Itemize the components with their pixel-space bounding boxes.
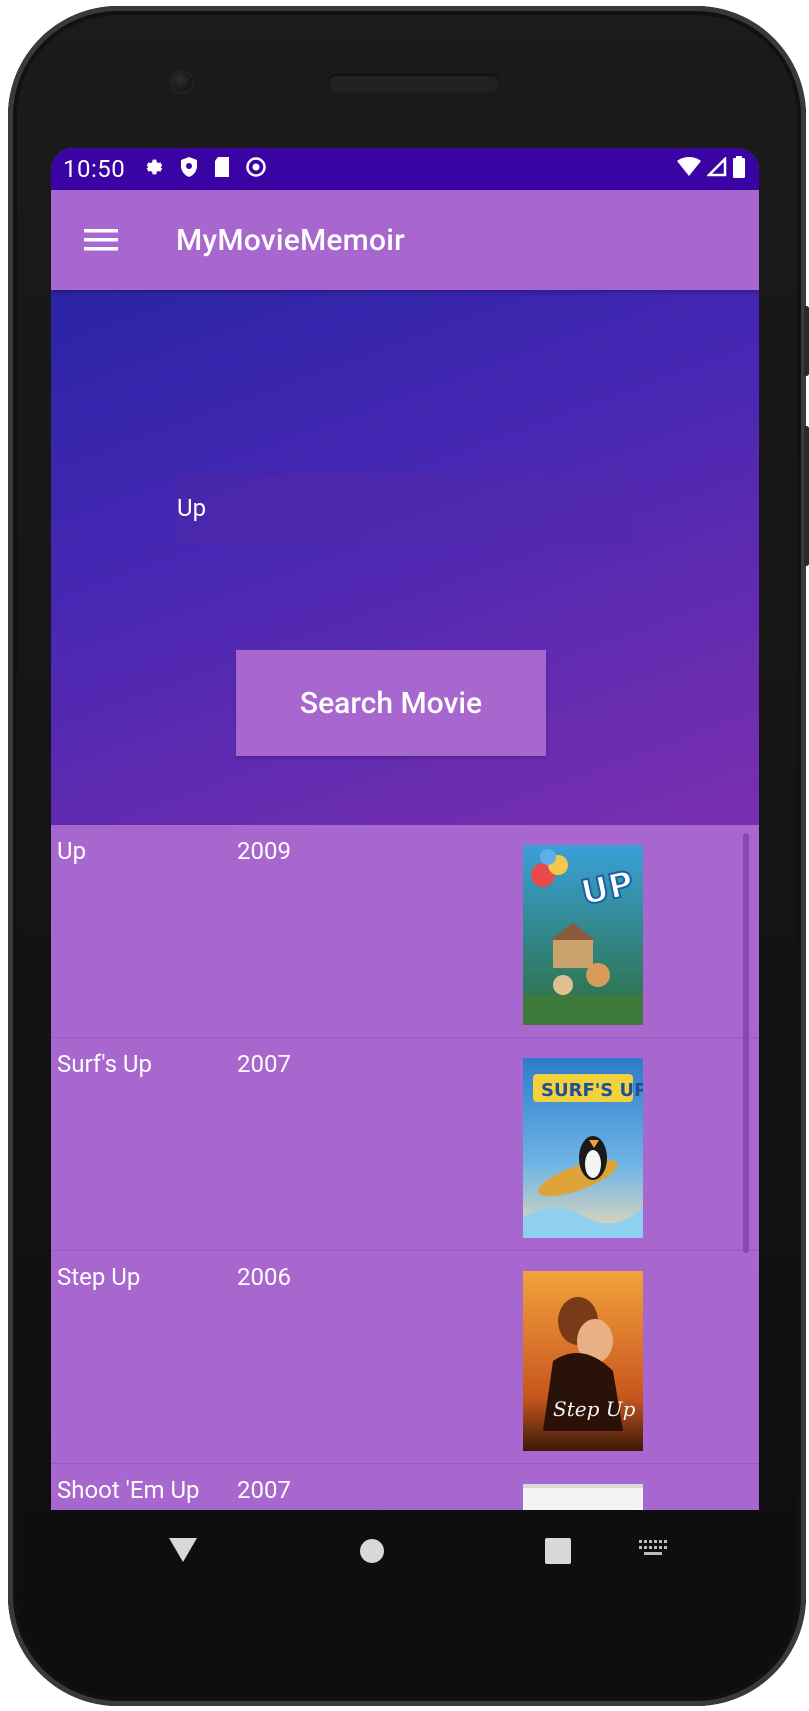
step-up-poster-image[interactable]: Step Up <box>523 1271 643 1451</box>
status-notification-icons <box>143 156 267 182</box>
movie-year: 2009 <box>237 837 291 865</box>
svg-text:SURF'S UP: SURF'S UP <box>541 1080 643 1101</box>
movie-title: Surf's Up <box>57 1050 152 1078</box>
result-row[interactable]: Surf's Up 2007 SURF'S UP <box>51 1038 759 1251</box>
movie-title: Step Up <box>57 1263 141 1291</box>
device-stage: 10:50 MyMovieMemoir Up Search Movie Up 2… <box>0 0 809 1711</box>
result-row[interactable]: Up 2009 UP <box>51 825 759 1038</box>
status-system-icons <box>677 155 745 182</box>
home-circle-icon[interactable] <box>359 1538 385 1568</box>
battery-icon <box>733 156 745 182</box>
movie-year: 2006 <box>237 1263 291 1291</box>
settings-gear-icon <box>143 156 165 182</box>
movie-title: Shoot 'Em Up <box>57 1476 200 1504</box>
movie-search-input[interactable] <box>177 474 629 542</box>
shield-icon <box>179 156 199 182</box>
movie-year: 2007 <box>237 1476 291 1504</box>
earpiece-speaker <box>328 74 500 92</box>
surfs-up-poster-image[interactable]: SURF'S UP <box>523 1058 643 1238</box>
results-list[interactable]: Up 2009 UP Surf's Up 2007 SURF'S UP Step… <box>51 825 759 1510</box>
svg-text:Step Up: Step Up <box>553 1397 636 1421</box>
power-button <box>804 426 809 566</box>
movie-title: Up <box>57 837 87 865</box>
signal-icon <box>705 155 727 181</box>
app-title: MyMovieMemoir <box>176 222 405 258</box>
result-row[interactable]: Step Up 2006 Step Up <box>51 1251 759 1464</box>
list-scrollbar[interactable] <box>743 833 749 1253</box>
back-triangle-icon[interactable] <box>169 1538 197 1566</box>
wifi-icon <box>677 157 701 181</box>
keyboard-icon[interactable] <box>639 1540 667 1562</box>
result-row[interactable]: Shoot 'Em Up 2007 <box>51 1464 759 1510</box>
search-panel: Search Movie <box>51 290 759 825</box>
recents-square-icon[interactable] <box>545 1538 571 1568</box>
hamburger-menu-icon[interactable] <box>71 210 131 270</box>
app-bar: MyMovieMemoir <box>51 190 759 290</box>
status-time: 10:50 <box>63 155 126 183</box>
sync-icon <box>245 156 267 182</box>
volume-up-button <box>804 306 809 376</box>
front-camera <box>170 70 194 94</box>
app-screen: 10:50 MyMovieMemoir Up Search Movie Up 2… <box>51 148 759 1510</box>
movie-year: 2007 <box>237 1050 291 1078</box>
shoot-em-up-poster-image[interactable] <box>523 1484 643 1510</box>
sd-card-icon <box>213 156 231 182</box>
system-navigation-bar <box>51 1510 759 1600</box>
up-poster-image[interactable]: UP <box>523 845 643 1025</box>
search-movie-button[interactable]: Search Movie <box>236 650 546 756</box>
status-bar: 10:50 <box>51 148 759 190</box>
